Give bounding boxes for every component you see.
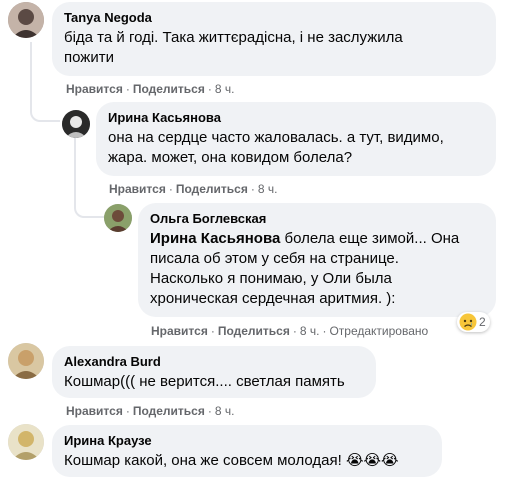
comment-author[interactable]: Tanya Negoda [64,10,484,26]
comment-text-fragment: болела еще зимой... Она [280,230,460,247]
comment-text: Кошмар какой, она же совсем молодая! 😭😭😭 [64,451,430,471]
reaction-number: 2 [479,315,486,329]
thread-elbow [74,190,104,218]
comment-actions: Нравится · Поделиться · 8 ч. [66,403,234,419]
comment-bubble: Alexandra Burd Кошмар((( не верится.... … [52,346,376,398]
comment-text-line: біда та й годі. Така життєрадісна, і не … [64,29,403,46]
avatar[interactable] [8,2,44,38]
comment-actions: Нравится · Поделиться · 8 ч. · Отредактировано [151,323,428,339]
share-button[interactable]: Поделиться [218,324,290,338]
avatar[interactable] [8,343,44,379]
avatar-photo [8,424,44,460]
avatar[interactable] [62,110,90,138]
share-button[interactable]: Поделиться [133,82,205,96]
crying-face-icon: 😭😭😭 [345,452,399,469]
like-button[interactable]: Нравится [66,404,123,418]
share-button[interactable]: Поделиться [133,404,205,418]
comment-bubble: Tanya Negoda біда та й годі. Така життєр… [52,2,496,76]
avatar-photo [8,2,44,38]
share-button[interactable]: Поделиться [176,182,248,196]
like-button[interactable]: Нравится [109,182,166,196]
comment-actions: Нравится · Поделиться · 8 ч. [109,181,277,197]
separator: · [168,182,173,196]
comment-text-line: она на сердце часто жаловалась. а тут, в… [108,129,444,146]
avatar-photo [62,110,90,138]
comment-author[interactable]: Ирина Касьянова [108,110,484,126]
separator: · [125,82,130,96]
timestamp[interactable]: 8 ч. [215,82,235,96]
comment-bubble: Ольга Боглевская Ирина Касьянова болела … [138,203,496,317]
comment-text-line: пожити [64,49,114,66]
separator: · [250,182,255,196]
timestamp[interactable]: 8 ч. [258,182,278,196]
comment-author[interactable]: Alexandra Burd [64,354,364,370]
comment-text: Кошмар((( не верится.... светлая память [64,373,345,390]
comment-bubble: Ирина Касьянова она на сердце часто жало… [96,102,496,176]
thread-elbow [30,100,60,122]
comment-text-line: писала об этом у себя на странице. [150,250,399,267]
thread-line [74,136,76,196]
comment-text-fragment: Кошмар какой, она же совсем молодая! [64,452,342,469]
like-button[interactable]: Нравится [66,82,123,96]
avatar-photo [104,204,132,232]
edited-label: Отредактировано [329,324,429,338]
comment-text-line: Насколько я понимаю, у Оли была [150,270,392,287]
comment-text: Ирина Касьянова болела еще зимой... Она … [150,229,484,309]
separator: · [207,404,212,418]
timestamp[interactable]: 8 ч. [215,404,235,418]
like-button[interactable]: Нравится [151,324,208,338]
comment-actions: Нравится · Поделиться · 8 ч. [66,81,234,97]
comment-text-line: хроническая сердечная аритмия. ): [150,290,396,307]
comment-author[interactable]: Ирина Краузе [64,433,430,449]
comment-bubble: Ирина Краузе Кошмар какой, она же совсем… [52,425,442,477]
sad-face-icon [459,313,477,331]
comment-text: она на сердце часто жаловалась. а тут, в… [108,128,484,168]
avatar-photo [8,343,44,379]
comment-text-line: Ирина Касьянова болела еще зимой... Она [150,229,484,249]
reaction-count[interactable]: 2 [457,312,490,332]
avatar[interactable] [104,204,132,232]
separator: · [322,324,327,338]
separator: · [292,324,297,338]
avatar[interactable] [8,424,44,460]
comment-author[interactable]: Ольга Боглевская [150,211,484,227]
comment-text-line: жара. может, она ковидом болела? [108,149,353,166]
timestamp[interactable]: 8 ч. [300,324,320,338]
mention-link[interactable]: Ирина Касьянова [150,230,280,247]
separator: · [125,404,130,418]
separator: · [207,82,212,96]
separator: · [210,324,215,338]
comment-text: біда та й годі. Така життєрадісна, і не … [64,28,484,68]
